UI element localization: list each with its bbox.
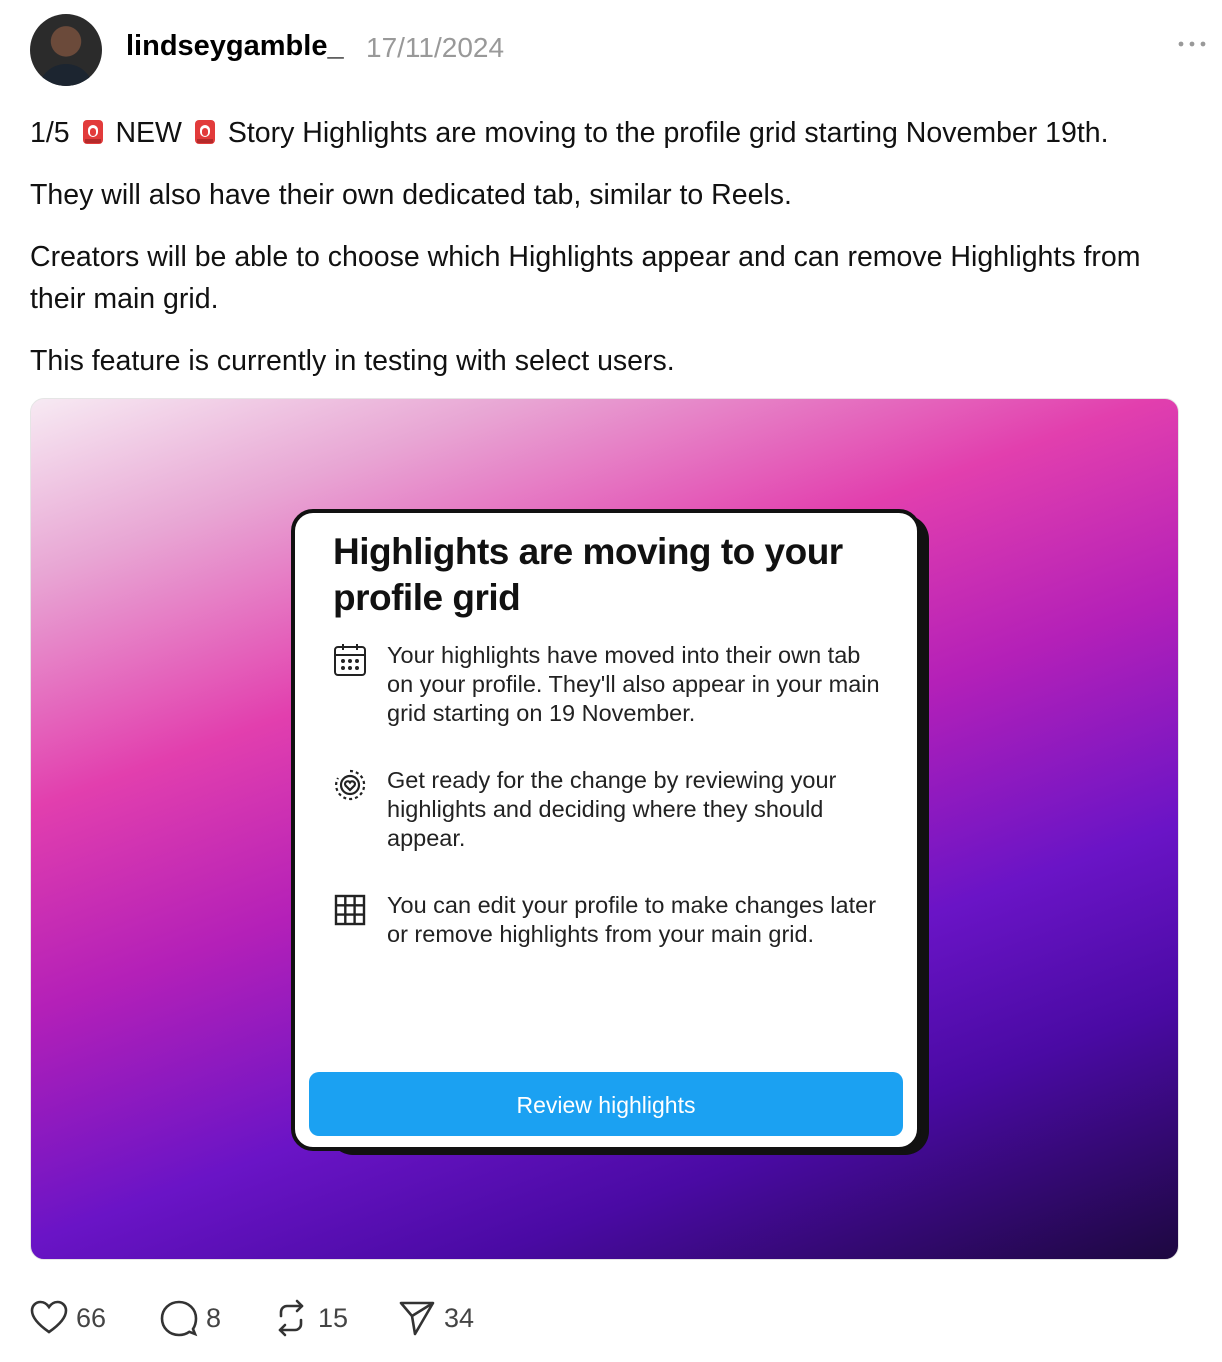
calendar-icon: [334, 644, 366, 676]
more-options-icon[interactable]: [1176, 36, 1208, 52]
post-image[interactable]: Highlights are moving to your profile gr…: [30, 398, 1179, 1260]
info-text: Get ready for the change by reviewing yo…: [387, 767, 837, 851]
like-count: 66: [76, 1302, 107, 1333]
post-text-line-3: Creators will be able to choose which Hi…: [30, 241, 1141, 315]
post-date[interactable]: 17/11/2024: [366, 32, 504, 64]
info-text: Your highlights have moved into their ow…: [387, 642, 880, 726]
post-text-line-1: 1/5 NEW Story Highlights are moving to t…: [30, 112, 1200, 154]
send-icon: [399, 1301, 435, 1336]
post-text-line-4: This feature is currently in testing wit…: [30, 345, 675, 377]
post-text-line-2: They will also have their own dedicated …: [30, 179, 792, 211]
repost-count: 15: [318, 1302, 349, 1333]
headline-text: Story Highlights are moving to the profi…: [227, 117, 1109, 149]
comment-icon: [160, 1300, 198, 1337]
highlights-card: Highlights are moving to your profile gr…: [291, 509, 921, 1151]
avatar[interactable]: [30, 14, 102, 86]
card-title: Highlights are moving to your profile gr…: [333, 531, 843, 618]
share-button[interactable]: 34: [398, 1296, 474, 1340]
new-label: NEW: [115, 117, 182, 149]
highlight-heart-icon: [335, 769, 366, 801]
review-highlights-button[interactable]: Review highlights: [309, 1072, 903, 1136]
like-button[interactable]: 66: [30, 1296, 106, 1340]
info-text: You can edit your profile to make change…: [387, 892, 877, 947]
username[interactable]: lindseygamble_: [126, 30, 344, 63]
avatar-shirt: [38, 64, 94, 86]
reply-count: 8: [206, 1302, 222, 1333]
repost-icon: [278, 1299, 304, 1337]
repost-button[interactable]: 15: [272, 1296, 348, 1340]
heart-icon: [30, 1300, 68, 1334]
grid-icon: [334, 894, 366, 926]
thread-index: 1/5: [30, 117, 70, 149]
reply-button[interactable]: 8: [160, 1296, 221, 1340]
rotating-light-icon: [82, 120, 103, 144]
rotating-light-icon: [194, 120, 215, 144]
share-count: 34: [444, 1302, 475, 1333]
